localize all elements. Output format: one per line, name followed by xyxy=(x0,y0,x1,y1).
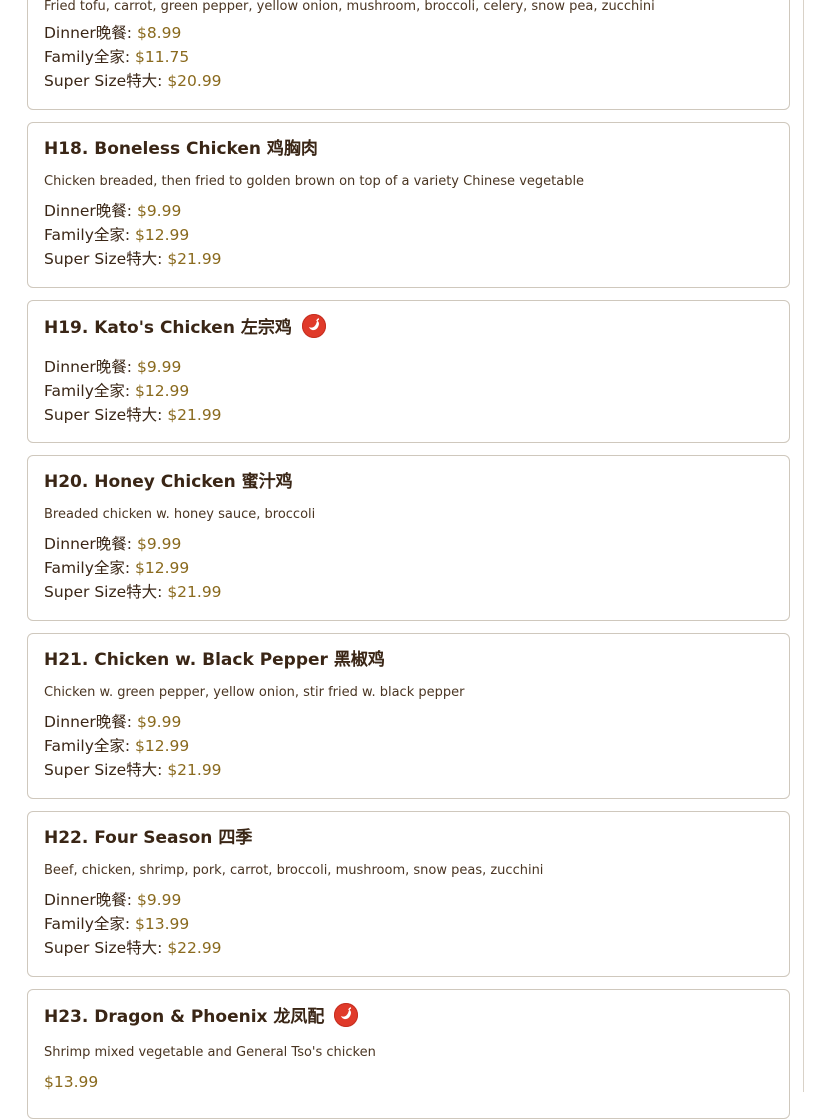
price-value: $12.99 xyxy=(135,382,190,400)
price-value: $9.99 xyxy=(136,358,182,376)
price-single: $13.99 xyxy=(44,1072,98,1092)
menu-item-card[interactable]: H22. Four Season 四季 Beef, chicken, shrim… xyxy=(27,811,790,977)
price-super-size: Super Size特大: $21.99 xyxy=(44,249,222,269)
price-super-size: Super Size特大: $21.99 xyxy=(44,405,222,425)
price-label: Dinner晚餐: xyxy=(44,891,137,909)
price-label: Super Size特大: xyxy=(44,761,168,779)
price-value: $9.99 xyxy=(136,535,182,553)
price-value: $8.99 xyxy=(136,24,182,42)
menu-item-description: Beef, chicken, shrimp, pork, carrot, bro… xyxy=(44,863,544,878)
menu-item-description: Shrimp mixed vegetable and General Tso's… xyxy=(44,1045,376,1060)
price-value: $13.99 xyxy=(44,1073,99,1091)
price-dinner: Dinner晚餐: $9.99 xyxy=(44,890,181,910)
price-label: Dinner晚餐: xyxy=(44,202,137,220)
price-family: Family全家: $12.99 xyxy=(44,736,189,756)
price-label: Family全家: xyxy=(44,226,136,244)
price-label: Super Size特大: xyxy=(44,406,168,424)
menu-item-card[interactable]: H21. Chicken w. Black Pepper 黑椒鸡 Chicken… xyxy=(27,633,790,799)
page-right-border xyxy=(803,0,804,1092)
price-family: Family全家: $12.99 xyxy=(44,558,189,578)
chili-pepper-icon xyxy=(301,314,326,338)
menu-item-title: H21. Chicken w. Black Pepper 黑椒鸡 xyxy=(44,650,385,670)
price-dinner: Dinner晚餐: $9.99 xyxy=(44,357,181,377)
menu-item-description: Chicken w. green pepper, yellow onion, s… xyxy=(44,685,465,700)
price-value: $21.99 xyxy=(167,250,222,268)
menu-item-card[interactable]: H19. Kato's Chicken 左宗鸡 Dinner晚餐: $9.99 … xyxy=(27,300,790,443)
menu-item-card[interactable]: Fried tofu, carrot, green pepper, yellow… xyxy=(27,0,790,110)
menu-item-title: H23. Dragon & Phoenix 龙凤配 xyxy=(44,1003,359,1029)
price-value: $21.99 xyxy=(167,406,222,424)
price-value: $12.99 xyxy=(135,226,190,244)
price-label: Family全家: xyxy=(44,48,136,66)
price-value: $9.99 xyxy=(136,202,182,220)
price-value: $12.99 xyxy=(135,737,190,755)
price-label: Dinner晚餐: xyxy=(44,24,137,42)
price-family: Family全家: $11.75 xyxy=(44,47,189,67)
price-label: Super Size特大: xyxy=(44,583,168,601)
price-family: Family全家: $12.99 xyxy=(44,381,189,401)
price-label: Dinner晚餐: xyxy=(44,535,137,553)
price-super-size: Super Size特大: $21.99 xyxy=(44,582,222,602)
menu-item-title: H18. Boneless Chicken 鸡胸肉 xyxy=(44,139,318,159)
menu-item-description: Breaded chicken w. honey sauce, broccoli xyxy=(44,507,316,522)
price-label: Family全家: xyxy=(44,737,136,755)
price-label: Family全家: xyxy=(44,382,136,400)
menu-item-title: H20. Honey Chicken 蜜汁鸡 xyxy=(44,472,293,492)
price-label: Family全家: xyxy=(44,559,136,577)
menu-item-title: H19. Kato's Chicken 左宗鸡 xyxy=(44,314,326,340)
price-value: $9.99 xyxy=(136,891,182,909)
price-dinner: Dinner晚餐: $8.99 xyxy=(44,23,181,43)
price-label: Dinner晚餐: xyxy=(44,713,137,731)
price-label: Super Size特大: xyxy=(44,72,168,90)
price-value: $9.99 xyxy=(136,713,182,731)
price-dinner: Dinner晚餐: $9.99 xyxy=(44,201,181,221)
price-super-size: Super Size特大: $20.99 xyxy=(44,71,222,91)
price-value: $13.99 xyxy=(135,915,190,933)
menu-item-title-text: H23. Dragon & Phoenix 龙凤配 xyxy=(44,1007,325,1027)
price-label: Super Size特大: xyxy=(44,939,168,957)
price-label: Super Size特大: xyxy=(44,250,168,268)
menu-item-card[interactable]: H20. Honey Chicken 蜜汁鸡 Breaded chicken w… xyxy=(27,455,790,621)
chili-pepper-icon xyxy=(334,1003,359,1027)
menu-item-title-text: H19. Kato's Chicken 左宗鸡 xyxy=(44,318,292,338)
price-value: $21.99 xyxy=(167,583,222,601)
price-value: $11.75 xyxy=(135,48,190,66)
price-dinner: Dinner晚餐: $9.99 xyxy=(44,534,181,554)
menu-item-description: Chicken breaded, then fried to golden br… xyxy=(44,174,585,189)
price-value: $21.99 xyxy=(167,761,222,779)
menu-item-card[interactable]: H23. Dragon & Phoenix 龙凤配 Shrimp mixed v… xyxy=(27,989,790,1119)
price-label: Family全家: xyxy=(44,915,136,933)
price-super-size: Super Size特大: $22.99 xyxy=(44,938,222,958)
menu-item-description: Fried tofu, carrot, green pepper, yellow… xyxy=(44,0,655,14)
price-dinner: Dinner晚餐: $9.99 xyxy=(44,712,181,732)
price-value: $20.99 xyxy=(167,72,222,90)
price-value: $12.99 xyxy=(135,559,190,577)
price-family: Family全家: $12.99 xyxy=(44,225,189,245)
price-family: Family全家: $13.99 xyxy=(44,914,189,934)
price-label: Dinner晚餐: xyxy=(44,358,137,376)
menu-item-title: H22. Four Season 四季 xyxy=(44,828,253,848)
price-super-size: Super Size特大: $21.99 xyxy=(44,760,222,780)
price-value: $22.99 xyxy=(167,939,222,957)
menu-item-card[interactable]: H18. Boneless Chicken 鸡胸肉 Chicken breade… xyxy=(27,122,790,288)
